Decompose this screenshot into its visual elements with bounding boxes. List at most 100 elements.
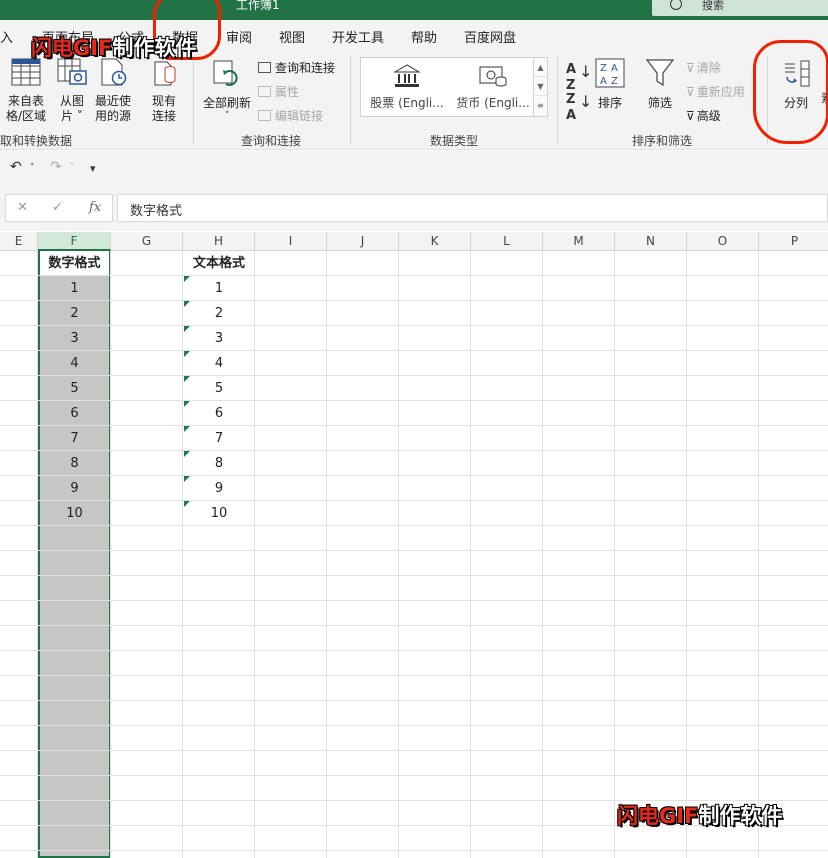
cell-h-value[interactable]: 4 (183, 351, 255, 376)
svg-text:Z: Z (611, 76, 618, 87)
search-box[interactable]: 搜索 (652, 0, 828, 16)
column-header-o[interactable]: O (687, 232, 759, 251)
recent-sources-label: 最近使 用的源 (94, 94, 131, 123)
gallery-scroll[interactable]: ▲ ▼ ≡ (533, 58, 547, 116)
column-header-e[interactable]: E (0, 232, 38, 251)
tab-insert[interactable]: 入 (0, 27, 13, 46)
column-header-i[interactable]: I (255, 232, 327, 251)
grid-hline (0, 550, 828, 551)
from-picture-button[interactable]: 从图 片 ˅ (53, 58, 91, 124)
queries-connections-button[interactable]: 查询和连接 (258, 59, 335, 76)
column-header-m[interactable]: M (543, 232, 615, 251)
cell-h-value[interactable]: 6 (183, 401, 255, 426)
grid-vline (542, 251, 543, 858)
undo-dropdown-icon[interactable]: ˅ (30, 163, 35, 173)
column-header-f[interactable]: F (38, 232, 111, 251)
cell-h-value[interactable]: 10 (183, 501, 255, 526)
cell-h-value[interactable]: 3 (183, 326, 255, 351)
reapply-icon: ⊽ (686, 85, 695, 99)
annotation-circle-text-to-columns (753, 40, 828, 144)
column-header-k[interactable]: K (399, 232, 471, 251)
gallery-more-icon[interactable]: ≡ (534, 96, 547, 115)
grid-hline (0, 575, 828, 576)
column-headers: EFGHIJKLMNOP (0, 232, 828, 251)
cell-f-value[interactable]: 7 (38, 426, 111, 451)
from-table-label: 来自表 格/区域 (5, 94, 47, 123)
edit-links-icon (258, 110, 271, 121)
column-header-p[interactable]: P (759, 232, 828, 251)
column-header-g[interactable]: G (111, 232, 183, 251)
cell-h-header[interactable]: 文本格式 (183, 251, 255, 276)
clear-filter-button[interactable]: ⊽ 清除 (686, 59, 721, 76)
column-header-l[interactable]: L (471, 232, 543, 251)
grid-hline (0, 300, 828, 301)
reapply-button[interactable]: ⊽ 重新应用 (686, 83, 745, 100)
refresh-dropdown-chevron-icon[interactable]: ˅ (199, 111, 255, 121)
redo-dropdown-icon[interactable]: ˅ (70, 163, 75, 173)
gallery-up-icon[interactable]: ▲ (534, 58, 547, 77)
worksheet-grid[interactable]: EFGHIJKLMNOP 数字格式 文本格式 1 2 3 4 5 6 7 8 9 10 1 2 3 4 5 6 7 8… (0, 232, 828, 858)
clear-label: 清除 (696, 61, 721, 75)
cell-h-value[interactable]: 9 (183, 476, 255, 501)
advanced-filter-button[interactable]: ⊽ 高级 (686, 107, 721, 124)
group-queries-label: 查询和连接 (241, 134, 302, 148)
from-table-button[interactable]: 来自表 格/区域 (2, 58, 50, 124)
column-header-n[interactable]: N (615, 232, 687, 251)
grid-hline (0, 350, 828, 351)
cell-f-value[interactable]: 3 (38, 326, 111, 351)
tab-baidu-netdisk[interactable]: 百度网盘 (464, 27, 516, 46)
column-header-j[interactable]: J (327, 232, 399, 251)
sort-descending-icon[interactable]: ZA (566, 92, 576, 124)
text-number-indicator-icon (184, 426, 190, 432)
column-header-h[interactable]: H (183, 232, 255, 251)
undo-icon[interactable]: ↶ (10, 159, 22, 175)
cell-f-header[interactable]: 数字格式 (38, 251, 111, 276)
refresh-all-button[interactable]: 全部刷新 ˅ (199, 60, 255, 121)
stocks-data-type-button[interactable]: 股票 (Engli... (365, 64, 449, 111)
cell-h-value[interactable]: 2 (183, 301, 255, 326)
existing-connections-button[interactable]: 现有 连接 (144, 58, 184, 124)
tab-developer[interactable]: 开发工具 (332, 27, 384, 46)
edit-links-button[interactable]: 编辑链接 (258, 107, 323, 124)
cell-f-value[interactable]: 9 (38, 476, 111, 501)
customize-qat-icon[interactable]: ▾ (90, 162, 96, 175)
filter-button[interactable]: 筛选 (643, 58, 677, 111)
properties-button[interactable]: 属性 (258, 83, 299, 100)
text-number-indicator-icon (184, 376, 190, 382)
group-data-types-label: 数据类型 (430, 134, 479, 148)
currencies-data-type-button[interactable]: 货币 (Engli... (451, 64, 535, 111)
enter-icon[interactable]: ✓ (52, 200, 63, 215)
cell-h-value[interactable]: 8 (183, 451, 255, 476)
cell-f-value[interactable]: 5 (38, 376, 111, 401)
gallery-down-icon[interactable]: ▼ (534, 77, 547, 96)
grid-vline (614, 251, 615, 858)
grid-hline (0, 450, 828, 451)
cell-h-value[interactable]: 7 (183, 426, 255, 451)
grid-vline (326, 251, 327, 858)
cancel-icon[interactable]: ✕ (17, 200, 28, 215)
sort-ascending-icon[interactable]: AZ (566, 62, 576, 94)
group-get-transform-label: 取和转换数据 (0, 134, 73, 148)
recent-sources-button[interactable]: 最近使 用的源 (92, 58, 134, 124)
grid-hline (0, 750, 828, 751)
cell-h-value[interactable]: 5 (183, 376, 255, 401)
tab-view[interactable]: 视图 (279, 27, 305, 46)
redo-icon[interactable]: ↷ (50, 159, 62, 175)
tab-help[interactable]: 帮助 (411, 27, 437, 46)
cell-h-value[interactable]: 1 (183, 276, 255, 301)
cell-f-value[interactable]: 4 (38, 351, 111, 376)
cell-f-value[interactable]: 2 (38, 301, 111, 326)
picture-table-icon (57, 58, 87, 85)
cell-f-value[interactable]: 1 (38, 276, 111, 301)
existing-connections-icon (154, 61, 176, 86)
tab-review[interactable]: 审阅 (226, 27, 252, 46)
formula-input[interactable]: 数字格式 (117, 194, 828, 222)
workbook-title: 工作簿1 (236, 0, 280, 12)
cell-f-value[interactable]: 10 (38, 501, 111, 526)
sort-button[interactable]: ZA AZ 排序 (594, 58, 626, 111)
cell-f-value[interactable]: 8 (38, 451, 111, 476)
cell-f-value[interactable]: 6 (38, 401, 111, 426)
insert-function-icon[interactable]: fx (89, 200, 101, 215)
cell-area[interactable]: 数字格式 文本格式 1 2 3 4 5 6 7 8 9 10 1 2 3 4 5 6 7 8 9 10 (0, 251, 828, 858)
sort-asc-arrow-icon: ↓ (579, 62, 593, 81)
